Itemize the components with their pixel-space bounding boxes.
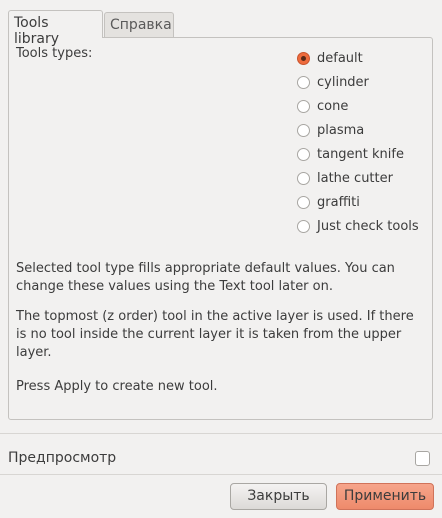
info-paragraph-1: Selected tool type fills appropriate def… xyxy=(16,261,395,294)
radio-option[interactable]: lathe cutter xyxy=(297,168,393,188)
preview-label: Предпросмотр xyxy=(8,450,117,466)
separator xyxy=(0,433,442,434)
radio-option[interactable]: Just check tools xyxy=(297,216,419,236)
info-paragraph-2: The topmost (z order) tool in the active… xyxy=(16,309,414,360)
separator xyxy=(0,474,442,475)
tools-library-panel: Tools types: default cylinder cone plasma ta… xyxy=(8,37,433,420)
radio-label: cone xyxy=(317,98,349,114)
radio-option[interactable]: cone xyxy=(297,96,348,116)
radio-icon[interactable] xyxy=(297,195,310,209)
radio-icon[interactable] xyxy=(297,171,310,185)
apply-button[interactable]: Применить xyxy=(336,483,434,510)
radio-option[interactable]: cylinder xyxy=(297,72,369,92)
radio-icon[interactable] xyxy=(297,219,310,233)
radio-label: Just check tools xyxy=(317,218,419,234)
radio-icon[interactable] xyxy=(297,147,310,161)
radio-icon[interactable] xyxy=(297,99,310,113)
radio-label: lathe cutter xyxy=(317,170,393,186)
radio-label: tangent knife xyxy=(317,146,404,162)
radio-option[interactable]: tangent knife xyxy=(297,144,404,164)
radio-label: graffiti xyxy=(317,194,360,210)
info-paragraph-3: Press Apply to create new tool. xyxy=(16,379,218,394)
radio-icon[interactable] xyxy=(297,75,310,89)
preview-checkbox[interactable] xyxy=(415,451,430,466)
tab-tools-library[interactable]: Tools library xyxy=(8,10,103,47)
radio-icon[interactable] xyxy=(297,51,310,65)
radio-label: cylinder xyxy=(317,74,369,90)
radio-option[interactable]: default xyxy=(297,48,363,68)
radio-option[interactable]: plasma xyxy=(297,120,364,140)
tab-help[interactable]: Справка xyxy=(104,12,174,38)
radio-icon[interactable] xyxy=(297,123,310,137)
radio-label: default xyxy=(317,50,363,66)
close-button[interactable]: Закрыть xyxy=(230,483,327,510)
radio-option[interactable]: graffiti xyxy=(297,192,360,212)
radio-label: plasma xyxy=(317,122,365,138)
tools-type-label: Tools types: xyxy=(16,46,93,61)
